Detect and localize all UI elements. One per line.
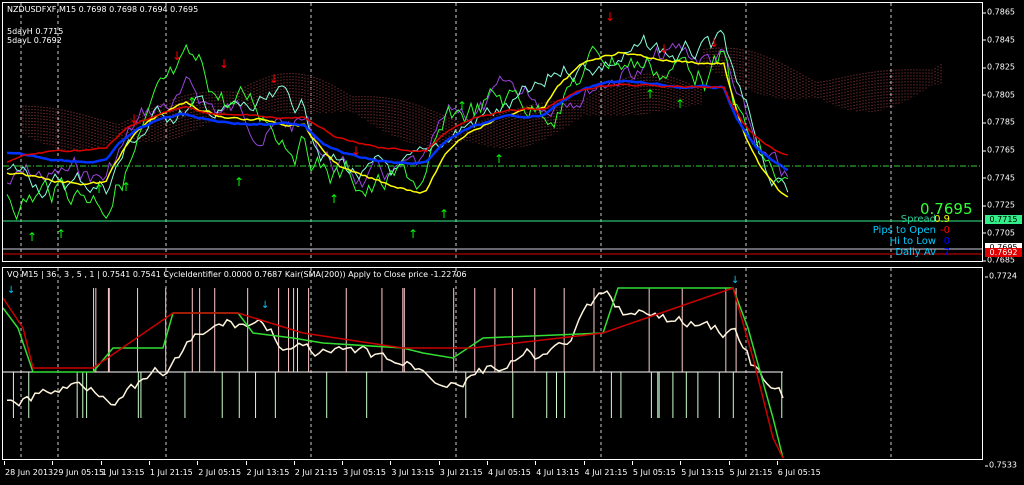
info-value: 0.9 <box>934 214 950 225</box>
time-axis-label: 3 Jul 05:15 <box>343 468 386 477</box>
down-arrow-icon: ↓ <box>351 144 361 158</box>
indicator-panel[interactable]: ↓ ↓ ↓ VQ M15 | 36 , 3 , 5 , 1 | 0.7541 0.7… <box>2 267 983 460</box>
up-arrow-icon: ↑ <box>494 152 504 166</box>
up-arrow-icon: ↑ <box>457 99 467 113</box>
info-label: Spread <box>900 214 936 225</box>
down-arrow-icon: ↓ <box>709 36 719 50</box>
down-arrow-icon: ↓ <box>261 300 269 311</box>
time-tick <box>631 461 633 465</box>
up-arrow-icon: ↑ <box>94 182 104 196</box>
green-step-line <box>3 287 784 459</box>
down-arrow-icon: ↓ <box>731 275 739 286</box>
down-arrow-icon: ↓ <box>172 49 182 63</box>
info-label: Hi to Low <box>889 236 936 247</box>
time-tick <box>148 461 150 465</box>
info-value: 0 <box>943 236 950 247</box>
price-axis-label: 0.7685 <box>983 255 1015 265</box>
price-axis-label: 0.7805 <box>983 90 1015 100</box>
time-tick <box>197 461 199 465</box>
up-arrow-icon: ↑ <box>234 175 244 189</box>
up-arrow-icon: ↑ <box>675 97 685 111</box>
down-arrow-icon: ↓ <box>605 10 615 24</box>
time-tick <box>342 461 344 465</box>
price-axis-label: 0.7725 <box>983 200 1015 210</box>
up-arrow-icon: ↑ <box>56 227 66 241</box>
time-axis-label: 4 Jul 13:15 <box>536 468 580 477</box>
time-axis-label: 3 Jul 21:15 <box>439 468 483 477</box>
time-tick <box>438 461 440 465</box>
five-day-low: 5dayL 0.7692 <box>7 36 62 45</box>
time-axis-label: 28 Jun 2013 <box>5 468 54 477</box>
info-value: 7 <box>943 247 950 258</box>
time-tick <box>680 461 682 465</box>
time-axis-label: 5 Jul 13:15 <box>681 468 725 477</box>
badge-low: 0.7692 <box>985 248 1022 257</box>
time-tick <box>52 461 54 465</box>
time-axis-label: 4 Jul 05:15 <box>488 468 531 477</box>
time-tick <box>728 461 730 465</box>
time-tick <box>583 461 585 465</box>
up-arrow-icon: ↑ <box>27 230 37 244</box>
info-label: Daily Av <box>895 247 936 258</box>
price-axis-label: 0.7745 <box>983 173 1015 183</box>
down-arrow-icon: ↓ <box>219 57 229 71</box>
blue-ma <box>6 79 789 172</box>
up-arrow-icon: ↑ <box>439 207 449 221</box>
main-chart-panel[interactable]: ↑ ↑ ↑ ↑ ↑ ↑ ↑ ↑ ↑ ↑ ↑ ↑ ↑ ↓ ↓ ↓ ↓ ↓ ↓ ↓ ↓ NZDUSDFXF,M15 0.76… <box>2 2 983 262</box>
time-axis-label: 3 Jul 13:15 <box>391 468 435 477</box>
info-label: Pips to Open <box>872 225 936 236</box>
ind-axis-top: 0.7724 <box>985 271 1017 281</box>
cyan-line <box>6 29 789 199</box>
time-tick <box>535 461 537 465</box>
time-tick <box>390 461 392 465</box>
price-axis-label: 0.7705 <box>983 228 1015 238</box>
yellow-ma <box>6 51 789 198</box>
price-axis-label: 0.7825 <box>983 62 1015 72</box>
time-tick <box>245 461 247 465</box>
time-axis-label: 5 Jul 05:15 <box>632 468 676 477</box>
up-arrow-icon: ↑ <box>408 227 418 241</box>
time-tick <box>487 461 488 465</box>
price-axis-label: 0.7785 <box>983 117 1015 127</box>
time-axis-label: 2 Jul 13:15 <box>246 468 290 477</box>
five-day-high: 5dayH 0.7715 <box>7 27 64 36</box>
price-chart: ↑ ↑ ↑ ↑ ↑ ↑ ↑ ↑ ↑ ↑ ↑ ↑ ↑ ↓ ↓ ↓ ↓ ↓ ↓ ↓ ↓ <box>3 3 982 261</box>
down-arrow-icon: ↓ <box>659 42 669 56</box>
time-axis-label: 1 Jul 21:15 <box>149 468 193 477</box>
time-axis-label: 5 Jul 21:15 <box>729 468 773 477</box>
time-axis-label: 1 Jul 13:15 <box>101 468 145 477</box>
time-axis-label: 29 Jun 05:15 <box>53 468 105 477</box>
time-axis-label: 2 Jul 21:15 <box>294 468 338 477</box>
info-value: -0 <box>940 225 950 236</box>
chart-title: NZDUSDFXF,M15 0.7698 0.7698 0.7694 0.769… <box>7 5 199 14</box>
time-axis-label: 6 Jul 05:15 <box>777 468 821 477</box>
indicator-chart: ↓ ↓ ↓ <box>3 268 892 459</box>
up-arrow-icon: ↑ <box>645 87 655 101</box>
price-axis-label: 0.7865 <box>983 7 1015 17</box>
badge-level: 0.7715 <box>985 215 1022 224</box>
time-tick <box>4 461 5 465</box>
price-axis-label: 0.7845 <box>983 35 1015 45</box>
time-tick <box>776 461 778 465</box>
down-arrow-icon: ↓ <box>7 285 15 296</box>
down-arrow-icon: ↓ <box>129 112 139 126</box>
purple-line <box>6 42 789 189</box>
down-arrow-icon: ↓ <box>269 72 279 86</box>
up-arrow-icon: ↑ <box>121 180 131 194</box>
ind-axis-bottom: 0.7533 <box>985 460 1017 470</box>
time-tick <box>100 461 102 465</box>
indicator-header: VQ M15 | 36 , 3 , 5 , 1 | 0.7541 0.7541 … <box>7 270 467 279</box>
price-axis-label: 0.7765 <box>983 145 1015 155</box>
up-arrow-icon: ↑ <box>187 95 197 109</box>
time-axis-label: 2 Jul 05:15 <box>198 468 242 477</box>
red-step-line <box>3 287 784 459</box>
time-tick <box>293 461 295 465</box>
up-arrow-icon: ↑ <box>329 192 339 206</box>
time-axis-label: 4 Jul 21:15 <box>584 468 628 477</box>
